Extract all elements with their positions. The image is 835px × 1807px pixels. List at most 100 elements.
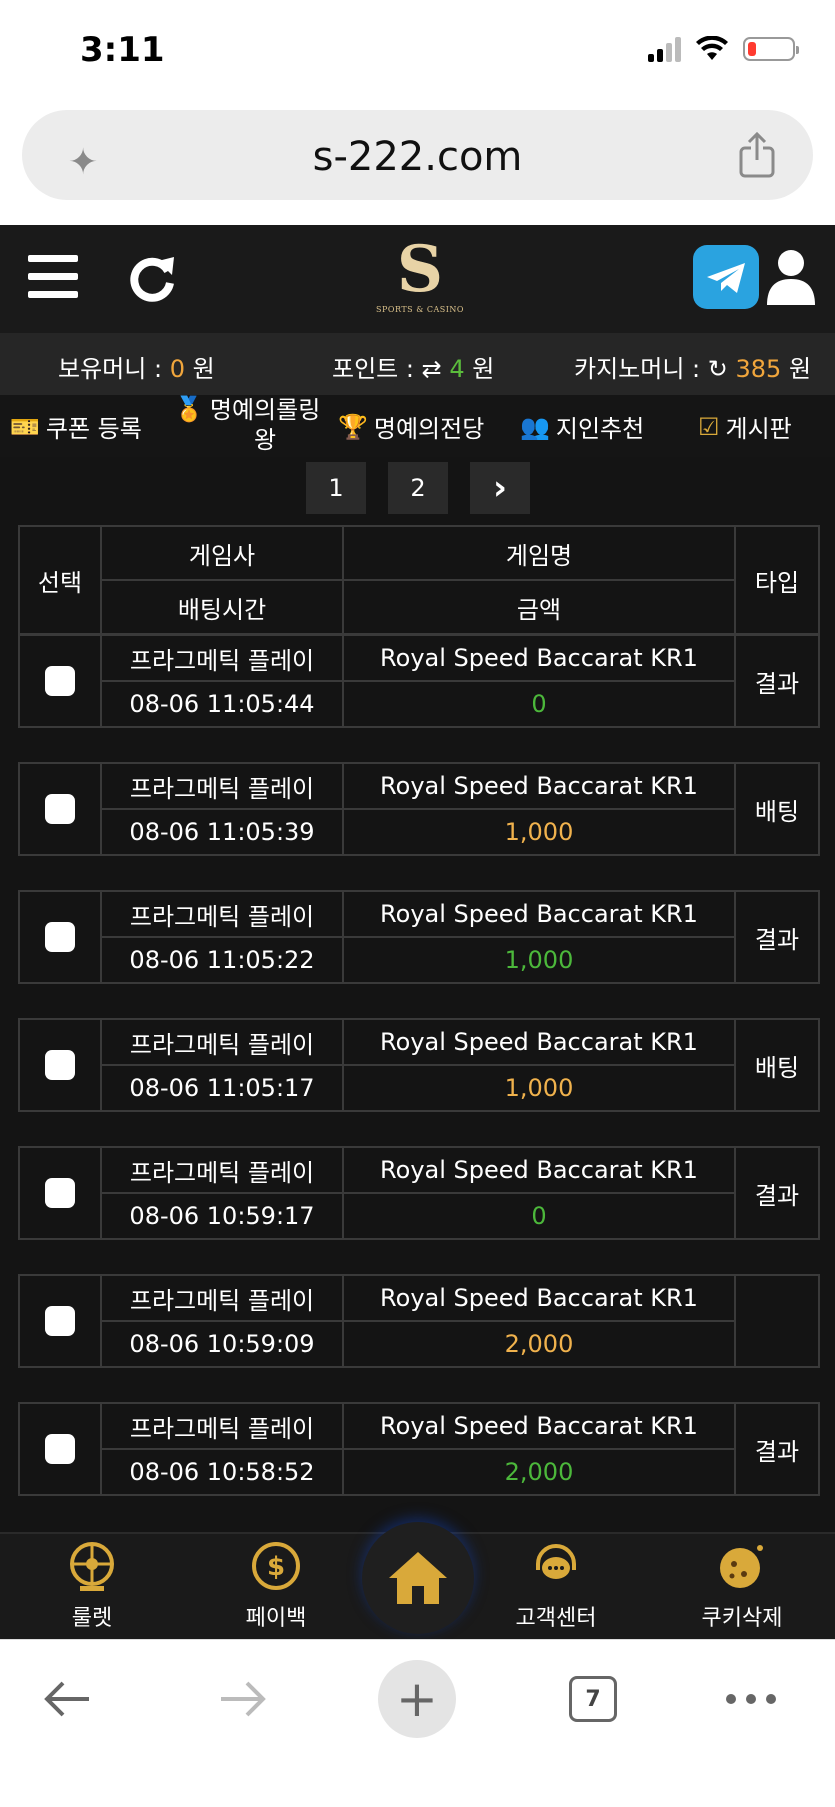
- nav-support[interactable]: 고객센터: [496, 1538, 616, 1632]
- table-row: 프라그메틱 플레이 Royal Speed Baccarat KR1 결과 08-06…: [18, 634, 820, 728]
- table-row: 프라그메틱 플레이 Royal Speed Baccarat KR1 결과 08-06…: [18, 1402, 820, 1496]
- nav-hall-of-fame[interactable]: 🏆 명예의전당: [338, 409, 484, 444]
- money-bar: 보유머니 : 0 원 포인트 : ⇄ 4 원 카지노머니 : ↻ 385 원: [0, 333, 835, 395]
- svg-text:$: $: [267, 1552, 285, 1582]
- new-tab-button[interactable]: +: [378, 1660, 456, 1738]
- row-game: Royal Speed Baccarat KR1: [342, 1274, 736, 1322]
- row-game: Royal Speed Baccarat KR1: [342, 1018, 736, 1066]
- coupon-icon: 🎫: [10, 412, 40, 441]
- bet-history-content: 1 2 › 선택 게임사 게임명 타입 배팅시간 금액 프라그메틱 플레이 Roy…: [0, 457, 835, 1807]
- holding-money: 보유머니 : 0 원: [58, 355, 215, 383]
- row-checkbox[interactable]: [45, 666, 75, 696]
- row-time: 08-06 11:05:17: [100, 1064, 344, 1112]
- row-time: 08-06 11:05:44: [100, 680, 344, 728]
- tab-count[interactable]: 7: [569, 1676, 617, 1722]
- table-row: 프라그메틱 플레이 Royal Speed Baccarat KR1 08-06 1…: [18, 1274, 820, 1368]
- row-type: 결과: [734, 890, 820, 984]
- row-select-cell: [18, 890, 102, 984]
- next-page-button[interactable]: ›: [470, 462, 530, 514]
- forward-arrow-icon[interactable]: [217, 1679, 269, 1719]
- row-time: 08-06 10:59:09: [100, 1320, 344, 1368]
- row-type: 결과: [734, 1146, 820, 1240]
- page-button-1[interactable]: 1: [306, 462, 366, 514]
- home-indicator: [277, 1785, 557, 1795]
- row-time: 08-06 10:58:52: [100, 1448, 344, 1496]
- table-row: 프라그메틱 플레이 Royal Speed Baccarat KR1 결과 08-06…: [18, 890, 820, 984]
- refresh-icon[interactable]: [124, 249, 180, 305]
- row-time: 08-06 11:05:39: [100, 808, 344, 856]
- table-row: 프라그메틱 플레이 Royal Speed Baccarat KR1 배팅 08-06…: [18, 1018, 820, 1112]
- status-time: 3:11: [80, 30, 165, 70]
- row-checkbox[interactable]: [45, 794, 75, 824]
- nav-rolling-king[interactable]: 🏅 명예의롤링 왕: [174, 395, 320, 455]
- tabs-button[interactable]: 7: [558, 1664, 628, 1734]
- row-amount: 1,000: [342, 936, 736, 984]
- plus-icon[interactable]: +: [378, 1660, 456, 1738]
- nav-referral[interactable]: 👥 지인추천: [520, 409, 644, 444]
- row-amount: 1,000: [342, 808, 736, 856]
- casino-money[interactable]: 카지노머니 : ↻ 385 원: [574, 349, 811, 384]
- row-type: 배팅: [734, 1018, 820, 1112]
- nav-cookie-delete[interactable]: 쿠키삭제: [682, 1538, 802, 1632]
- row-amount: 1,000: [342, 1064, 736, 1112]
- exchange-icon[interactable]: ⇄: [422, 355, 442, 383]
- row-amount: 0: [342, 1192, 736, 1240]
- nav-payback[interactable]: $ 페이백: [216, 1538, 336, 1632]
- checkbox-icon: ☑: [698, 412, 720, 441]
- row-time: 08-06 11:05:22: [100, 936, 344, 984]
- row-type: 결과: [734, 1402, 820, 1496]
- url-text[interactable]: s-222.com: [22, 134, 813, 180]
- roulette-icon: [64, 1538, 120, 1594]
- wifi-icon: [696, 36, 728, 60]
- row-checkbox[interactable]: [45, 922, 75, 952]
- telegram-icon[interactable]: [693, 245, 759, 309]
- header-provider: 게임사: [100, 525, 344, 581]
- row-provider: 프라그메틱 플레이: [100, 1018, 344, 1066]
- row-select-cell: [18, 1018, 102, 1112]
- row-checkbox[interactable]: [45, 1178, 75, 1208]
- cookie-icon: [714, 1538, 770, 1594]
- payback-icon: $: [248, 1538, 304, 1594]
- nav-coupon[interactable]: 🎫 쿠폰 등록: [10, 409, 142, 444]
- more-button[interactable]: [716, 1664, 786, 1734]
- address-bar[interactable]: ✦ s-222.com: [22, 110, 813, 200]
- share-icon[interactable]: [737, 132, 777, 178]
- reload-icon[interactable]: ↻: [708, 355, 728, 383]
- row-game: Royal Speed Baccarat KR1: [342, 890, 736, 938]
- point-money[interactable]: 포인트 : ⇄ 4 원: [332, 349, 494, 384]
- signal-icon: [648, 36, 681, 62]
- site-logo[interactable]: S SPORTS & CASINO: [370, 235, 470, 327]
- row-provider: 프라그메틱 플레이: [100, 1274, 344, 1322]
- status-icons: [648, 36, 799, 62]
- row-time: 08-06 10:59:17: [100, 1192, 344, 1240]
- home-button[interactable]: [362, 1522, 474, 1634]
- browser-toolbar: + 7: [0, 1639, 835, 1807]
- back-button[interactable]: [32, 1664, 102, 1734]
- hamburger-menu-icon[interactable]: [28, 255, 78, 299]
- pagination: 1 2 ›: [306, 462, 530, 514]
- page-button-2[interactable]: 2: [388, 462, 448, 514]
- row-checkbox[interactable]: [45, 1306, 75, 1336]
- nav-roulette[interactable]: 룰렛: [32, 1538, 152, 1632]
- row-select-cell: [18, 1274, 102, 1368]
- row-game: Royal Speed Baccarat KR1: [342, 1402, 736, 1450]
- row-type: 결과: [734, 634, 820, 728]
- forward-button[interactable]: [208, 1664, 278, 1734]
- row-checkbox[interactable]: [45, 1434, 75, 1464]
- row-checkbox[interactable]: [45, 1050, 75, 1080]
- row-amount: 0: [342, 680, 736, 728]
- header-game: 게임명: [342, 525, 736, 581]
- home-icon[interactable]: [385, 1548, 451, 1608]
- back-arrow-icon[interactable]: [41, 1679, 93, 1719]
- row-amount: 2,000: [342, 1448, 736, 1496]
- row-provider: 프라그메틱 플레이: [100, 1146, 344, 1194]
- headset-icon: [528, 1538, 584, 1594]
- row-provider: 프라그메틱 플레이: [100, 762, 344, 810]
- row-game: Royal Speed Baccarat KR1: [342, 1146, 736, 1194]
- more-icon[interactable]: [725, 1693, 777, 1705]
- header-amount: 금액: [342, 579, 736, 635]
- nav-board[interactable]: ☑ 게시판: [698, 409, 792, 444]
- nav-menu: 🎫 쿠폰 등록 🏅 명예의롤링 왕 🏆 명예의전당 👥 지인추천 ☑ 게시판: [0, 395, 835, 457]
- user-icon[interactable]: [765, 247, 817, 307]
- row-select-cell: [18, 762, 102, 856]
